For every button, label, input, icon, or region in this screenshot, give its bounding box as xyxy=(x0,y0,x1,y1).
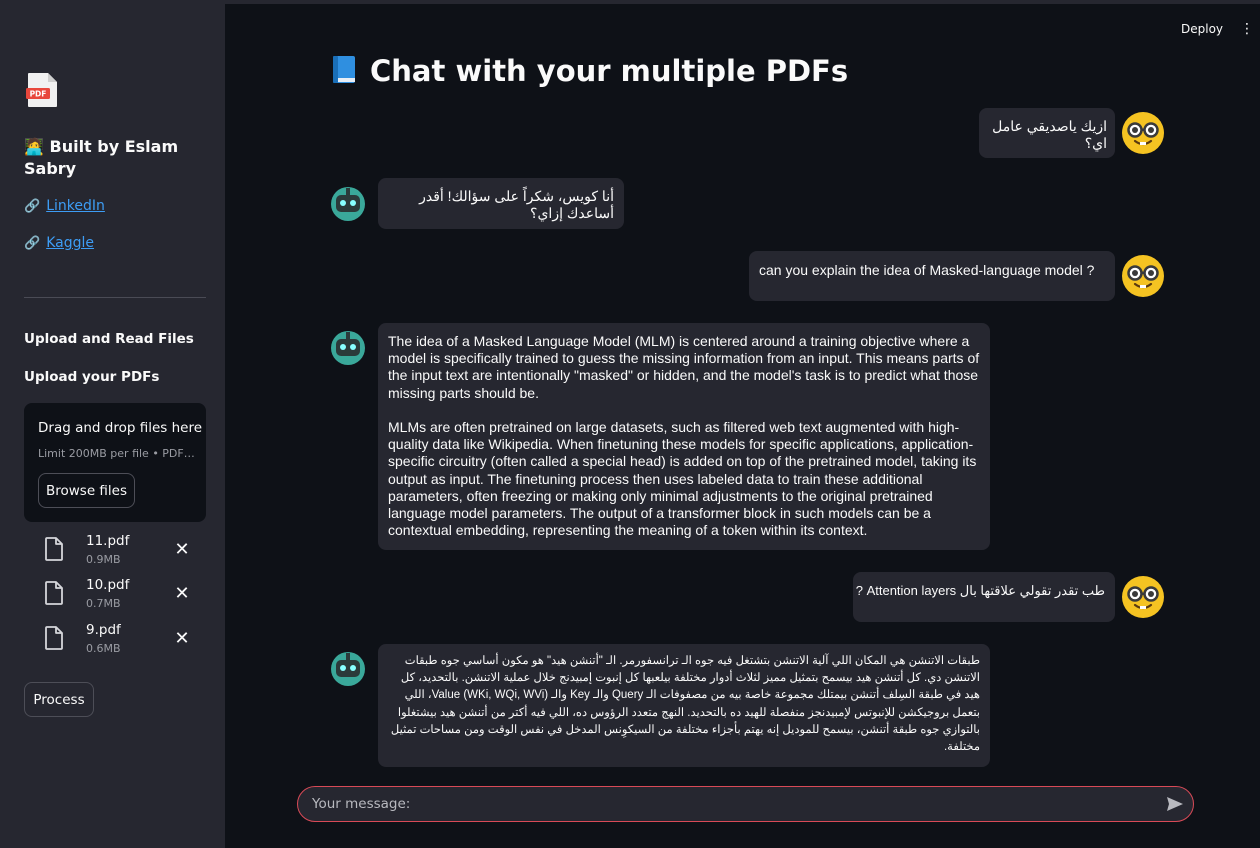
process-button[interactable]: Process xyxy=(24,682,94,717)
file-name: 9.pdf xyxy=(86,622,121,638)
user-message: طب تقدر تقولي علاقتها بال Attention laye… xyxy=(853,572,1115,622)
blue-book-icon xyxy=(333,56,355,83)
message-text: ازيك ياصديقي عامل اي؟ xyxy=(992,118,1107,152)
send-icon[interactable] xyxy=(1166,795,1184,813)
kaggle-link[interactable]: 🔗 Kaggle xyxy=(24,235,94,251)
svg-text:PDF: PDF xyxy=(30,90,47,99)
user-message: can you explain the idea of Masked-langu… xyxy=(749,251,1115,301)
kaggle-link-label[interactable]: Kaggle xyxy=(46,235,94,251)
file-size: 0.7MB xyxy=(86,597,121,610)
assistant-avatar-robot-icon xyxy=(331,331,365,365)
deploy-button[interactable]: Deploy xyxy=(1181,22,1223,36)
uploaded-file-item: 9.pdf 0.6MB ✕ xyxy=(44,622,194,658)
assistant-message: The idea of a Masked Language Model (MLM… xyxy=(378,323,990,550)
linkedin-link-label[interactable]: LinkedIn xyxy=(46,198,105,214)
linkedin-link[interactable]: 🔗 LinkedIn xyxy=(24,198,105,214)
message-paragraph: The idea of a Masked Language Model (MLM… xyxy=(388,333,980,401)
assistant-avatar-robot-icon xyxy=(331,652,365,686)
link-icon: 🔗 xyxy=(24,199,41,214)
file-dropzone[interactable]: Drag and drop files here Limit 200MB per… xyxy=(24,403,206,522)
message-text: طب تقدر تقولي علاقتها بال Attention laye… xyxy=(855,583,1105,598)
upload-label: Upload your PDFs xyxy=(24,369,160,385)
remove-file-icon[interactable]: ✕ xyxy=(172,539,192,560)
kebab-menu-icon[interactable]: ⋮ xyxy=(1240,21,1254,37)
file-icon xyxy=(45,626,63,650)
browse-files-button[interactable]: Browse files xyxy=(38,473,135,508)
uploaded-file-item: 10.pdf 0.7MB ✕ xyxy=(44,577,194,613)
user-avatar-nerd-face-icon xyxy=(1122,576,1164,618)
link-icon: 🔗 xyxy=(24,236,41,251)
remove-file-icon[interactable]: ✕ xyxy=(172,628,192,649)
chat-message-input[interactable] xyxy=(312,787,1152,821)
dropzone-title: Drag and drop files here xyxy=(38,420,203,436)
file-icon xyxy=(45,581,63,605)
assistant-message: طبقات الاتنشن هي المكان اللي آلية الاتنش… xyxy=(378,644,990,767)
file-name: 11.pdf xyxy=(86,533,130,549)
sidebar: PDF 🧑‍💻 Built by Eslam Sabry 🔗 LinkedIn 🔗… xyxy=(0,0,225,848)
sidebar-divider xyxy=(24,297,206,298)
pdf-file-icon: PDF xyxy=(26,73,57,107)
dropzone-limit-text: Limit 200MB per file • PDF, … xyxy=(38,447,198,460)
upload-heading: Upload and Read Files xyxy=(24,331,194,347)
user-message: ازيك ياصديقي عامل اي؟ xyxy=(979,108,1115,158)
page-title-text: Chat with your multiple PDFs xyxy=(370,54,849,88)
message-text: طبقات الاتنشن هي المكان اللي آلية الاتنش… xyxy=(390,655,980,754)
assistant-message: أنا كويس، شكراً على سؤالك! أقدر أساعدك إ… xyxy=(378,178,624,229)
remove-file-icon[interactable]: ✕ xyxy=(172,583,192,604)
message-paragraph: MLMs are often pretrained on large datas… xyxy=(388,419,977,539)
uploaded-file-item: 11.pdf 0.9MB ✕ xyxy=(44,533,194,569)
user-avatar-nerd-face-icon xyxy=(1122,255,1164,297)
page-title: Chat with your multiple PDFs xyxy=(330,54,848,88)
file-size: 0.6MB xyxy=(86,642,121,655)
chat-input-box[interactable] xyxy=(297,786,1194,822)
file-size: 0.9MB xyxy=(86,553,121,566)
built-by-heading: 🧑‍💻 Built by Eslam Sabry xyxy=(24,137,179,178)
assistant-avatar-robot-icon xyxy=(331,187,365,221)
message-text: أنا كويس، شكراً على سؤالك! أقدر أساعدك إ… xyxy=(419,188,614,222)
user-avatar-nerd-face-icon xyxy=(1122,112,1164,154)
file-icon xyxy=(45,537,63,561)
message-text: can you explain the idea of Masked-langu… xyxy=(759,262,1095,278)
file-name: 10.pdf xyxy=(86,577,130,593)
